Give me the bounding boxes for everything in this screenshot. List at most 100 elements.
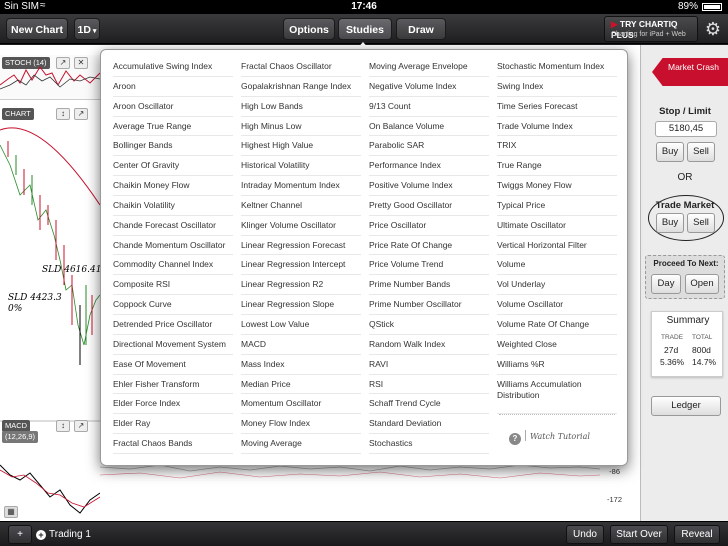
study-item[interactable]: RSI xyxy=(369,375,489,395)
study-item[interactable]: Prime Number Oscillator xyxy=(369,295,489,315)
study-item[interactable]: TRIX xyxy=(497,136,617,157)
study-item[interactable]: Standard Deviation xyxy=(369,414,489,435)
study-item[interactable]: Vertical Horizontal Filter xyxy=(497,236,617,256)
market-sell-button[interactable]: Sell xyxy=(687,213,715,233)
move-icon[interactable]: ↕ xyxy=(56,420,70,432)
study-item[interactable]: Accumulative Swing Index xyxy=(113,57,233,77)
study-item[interactable]: Stochastics xyxy=(369,434,489,454)
options-button[interactable]: Options xyxy=(283,18,335,40)
stop-buy-button[interactable]: Buy xyxy=(656,142,684,162)
try-chartiq-plus-banner[interactable]: ▶ TRY CHARTIQ PLUS Charting for iPad + W… xyxy=(604,16,698,42)
study-item[interactable]: Weighted Close xyxy=(497,335,617,355)
study-item[interactable]: Trade Volume Index xyxy=(497,117,617,137)
study-item[interactable]: Mass Index xyxy=(241,355,361,375)
study-item[interactable]: Ultimate Oscillator xyxy=(497,216,617,236)
study-item[interactable]: Volume Rate Of Change xyxy=(497,315,617,335)
study-item[interactable]: Elder Force Index xyxy=(113,394,233,415)
study-item[interactable]: Intraday Momentum Index xyxy=(241,176,361,196)
study-item[interactable]: Momentum Oscillator xyxy=(241,394,361,415)
study-item[interactable]: Chande Forecast Oscillator xyxy=(113,216,233,236)
expand-icon[interactable]: ↗ xyxy=(74,420,88,432)
next-day-button[interactable]: Day xyxy=(651,274,681,294)
stop-sell-button[interactable]: Sell xyxy=(687,142,715,162)
study-item[interactable]: Pretty Good Oscillator xyxy=(369,196,489,216)
study-item[interactable]: Positive Volume Index xyxy=(369,176,489,196)
study-item[interactable]: Klinger Volume Oscillator xyxy=(241,216,361,236)
study-item[interactable]: Keltner Channel xyxy=(241,196,361,216)
study-item[interactable]: Linear Regression R2 xyxy=(241,275,361,296)
study-item[interactable]: Detrended Price Oscillator xyxy=(113,315,233,335)
trash-icon[interactable]: ▦ xyxy=(4,506,18,518)
study-item[interactable]: Aroon Oscillator xyxy=(113,97,233,117)
study-item[interactable]: Negative Volume Index xyxy=(369,77,489,97)
study-item[interactable]: True Range xyxy=(497,156,617,177)
study-item[interactable]: Coppock Curve xyxy=(113,295,233,315)
gear-icon[interactable]: ⚙ xyxy=(704,20,722,38)
study-item[interactable]: Commodity Channel Index xyxy=(113,255,233,276)
study-item[interactable]: Random Walk Index xyxy=(369,335,489,355)
study-item[interactable]: Moving Average xyxy=(241,434,361,454)
study-item[interactable]: Prime Number Bands xyxy=(369,275,489,296)
study-item[interactable]: Chande Momentum Oscillator xyxy=(113,236,233,256)
study-item[interactable]: Price Volume Trend xyxy=(369,255,489,276)
study-item[interactable]: On Balance Volume xyxy=(369,117,489,137)
study-item[interactable]: Lowest Low Value xyxy=(241,315,361,335)
study-item[interactable]: Twiggs Money Flow xyxy=(497,176,617,196)
study-item[interactable]: Volume xyxy=(497,255,617,276)
study-item[interactable]: Highest High Value xyxy=(241,136,361,157)
study-item[interactable]: High Minus Low xyxy=(241,117,361,137)
study-item[interactable]: Williams Accumulation Distribution xyxy=(497,375,617,414)
study-item[interactable]: Elder Ray xyxy=(113,414,233,435)
study-item[interactable]: Fractal Chaos Oscillator xyxy=(241,57,361,77)
study-item[interactable]: Performance Index xyxy=(369,156,489,177)
start-over-button[interactable]: Start Over xyxy=(610,525,668,544)
study-item[interactable]: Bollinger Bands xyxy=(113,136,233,157)
study-item[interactable]: Volume Oscillator xyxy=(497,295,617,315)
study-item[interactable]: Gopalakrishnan Range Index xyxy=(241,77,361,97)
study-item[interactable]: Fractal Chaos Bands xyxy=(113,434,233,454)
study-item[interactable]: Chaikin Volatility xyxy=(113,196,233,216)
undo-button[interactable]: Undo xyxy=(566,525,604,544)
reveal-button[interactable]: Reveal xyxy=(674,525,720,544)
study-item[interactable]: Ease Of Movement xyxy=(113,355,233,375)
study-item[interactable]: Time Series Forecast xyxy=(497,97,617,117)
study-item[interactable]: Price Rate Of Change xyxy=(369,236,489,256)
timeframe-select[interactable]: 1D ▾ xyxy=(74,18,100,40)
study-item[interactable]: Parabolic SAR xyxy=(369,136,489,157)
studies-button[interactable]: Studies xyxy=(338,18,392,40)
watch-tutorial-link[interactable]: ? Watch Tutorial xyxy=(509,430,590,445)
study-item[interactable]: Ehler Fisher Transform xyxy=(113,375,233,395)
study-item[interactable]: Moving Average Envelope xyxy=(369,57,489,77)
study-item[interactable]: Center Of Gravity xyxy=(113,156,233,177)
trading-tab[interactable]: + Trading 1 xyxy=(36,525,106,544)
study-item[interactable]: Typical Price xyxy=(497,196,617,216)
study-item[interactable]: Average True Range xyxy=(113,117,233,137)
study-item[interactable]: Linear Regression Intercept xyxy=(241,255,361,276)
study-item[interactable]: Directional Movement System xyxy=(113,335,233,355)
study-item[interactable]: MACD xyxy=(241,335,361,355)
study-item[interactable]: Stochastic Momentum Index xyxy=(497,57,617,77)
add-tab-button[interactable]: + xyxy=(8,525,32,544)
draw-button[interactable]: Draw xyxy=(396,18,446,40)
study-item[interactable]: Williams %R xyxy=(497,355,617,375)
study-item[interactable]: Composite RSI xyxy=(113,275,233,296)
study-item[interactable]: Chaikin Money Flow xyxy=(113,176,233,196)
study-item[interactable]: Linear Regression Forecast xyxy=(241,236,361,256)
study-item[interactable]: Aroon xyxy=(113,77,233,97)
study-item[interactable]: RAVI xyxy=(369,355,489,375)
study-item[interactable]: Historical Volatility xyxy=(241,156,361,177)
study-item[interactable]: Schaff Trend Cycle xyxy=(369,394,489,415)
study-item[interactable]: Money Flow Index xyxy=(241,414,361,435)
study-item[interactable]: Linear Regression Slope xyxy=(241,295,361,315)
next-open-button[interactable]: Open xyxy=(685,274,719,294)
ledger-button[interactable]: Ledger xyxy=(651,396,721,416)
study-item[interactable]: Swing Index xyxy=(497,77,617,97)
study-item[interactable]: QStick xyxy=(369,315,489,335)
study-item[interactable]: Vol Underlay xyxy=(497,275,617,296)
study-item[interactable]: Median Price xyxy=(241,375,361,395)
study-item[interactable]: High Low Bands xyxy=(241,97,361,117)
study-item[interactable]: 9/13 Count xyxy=(369,97,489,117)
study-item[interactable]: Price Oscillator xyxy=(369,216,489,236)
new-chart-button[interactable]: New Chart xyxy=(6,18,68,40)
stop-limit-input[interactable]: 5180,45 xyxy=(655,121,717,137)
